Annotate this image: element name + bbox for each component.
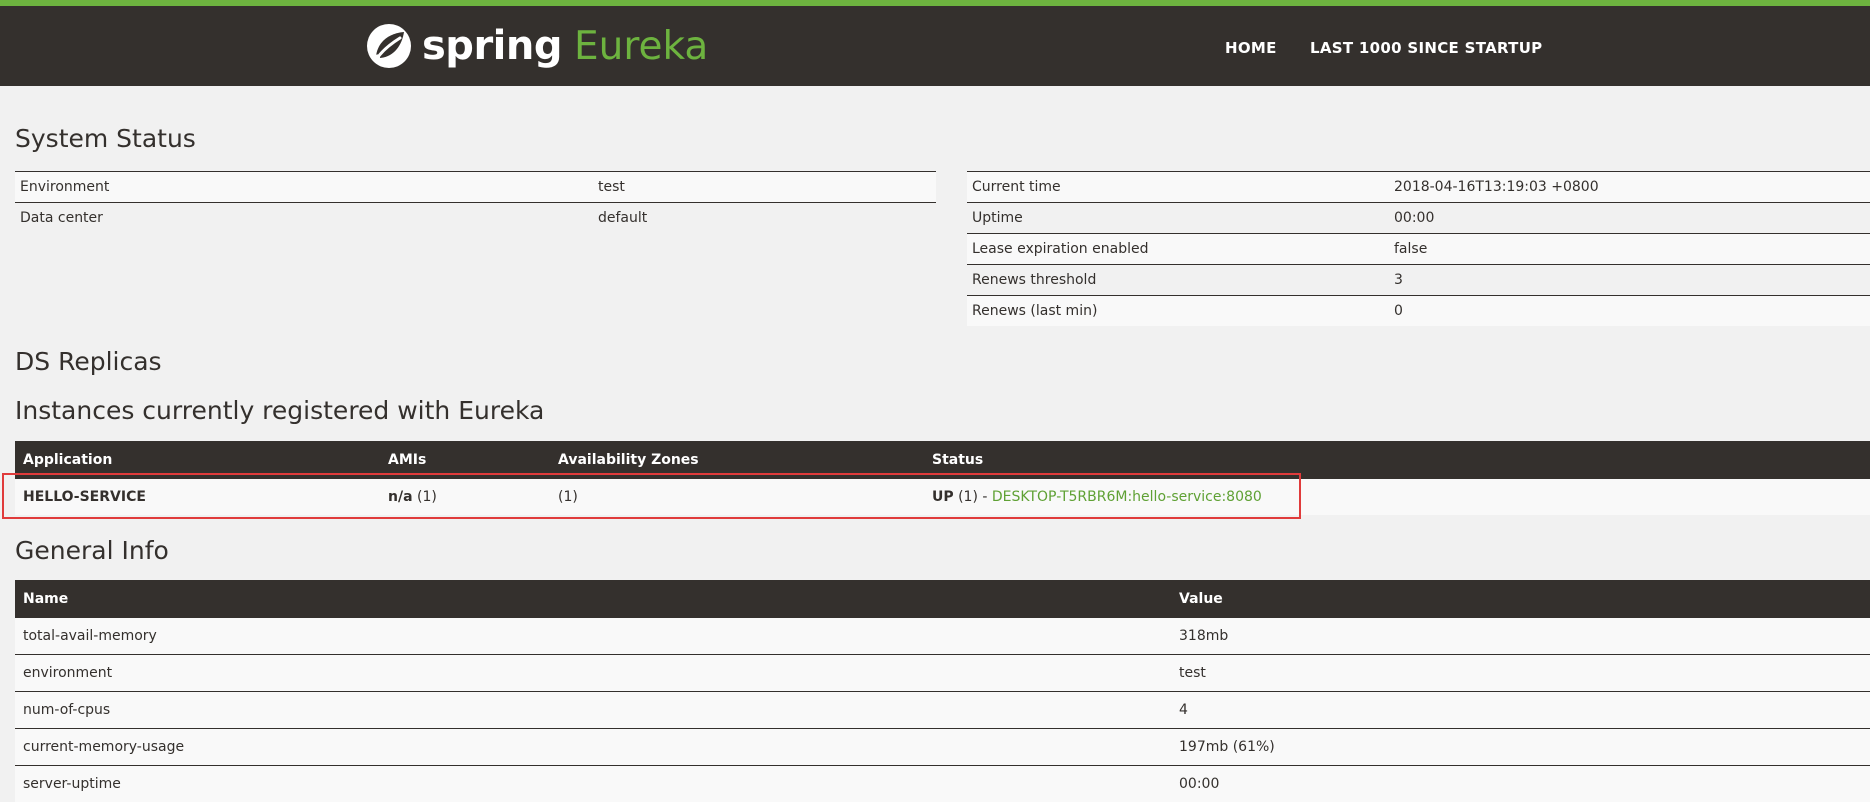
application-name: HELLO-SERVICE [15,479,380,516]
info-name: environment [15,655,1171,692]
status-label: Lease expiration enabled [967,234,1389,265]
table-row: current-memory-usage 197mb (61%) [15,729,1870,766]
spring-eureka-logo[interactable]: spring Eureka [366,20,708,72]
status-label: Environment [15,172,593,203]
table-row: HELLO-SERVICE n/a (1) (1) UP (1) - DESKT… [15,479,1870,516]
system-status-heading: System Status [15,124,196,153]
logo-spring-text: spring [422,23,562,69]
info-value: 00:00 [1171,766,1870,802]
system-status-left-table: Environment test Data center default [15,171,936,233]
status-value: 2018-04-16T13:19:03 +0800 [1389,172,1870,203]
table-row: Uptime 00:00 [967,203,1870,234]
table-row: Environment test [15,172,936,203]
status-value: 00:00 [1389,203,1870,234]
status-label: Uptime [967,203,1389,234]
logo-eureka-text: Eureka [574,24,708,69]
table-row: server-uptime 00:00 [15,766,1870,802]
column-header-zones: Availability Zones [550,441,924,479]
info-name: num-of-cpus [15,692,1171,729]
system-status-right-table: Current time 2018-04-16T13:19:03 +0800 U… [967,171,1870,326]
column-header-status: Status [924,441,1870,479]
ds-replicas-heading: DS Replicas [15,347,162,376]
status-value: test [593,172,936,203]
table-row: environment test [15,655,1870,692]
ami-name: n/a [388,489,413,505]
status-label: Data center [15,203,593,234]
table-header-row: Name Value [15,580,1870,618]
nav-home-link[interactable]: HOME [1225,6,1277,86]
table-row: Renews threshold 3 [967,265,1870,296]
nav-last-1000-link[interactable]: LAST 1000 SINCE STARTUP [1310,6,1542,86]
general-info-heading: General Info [15,536,169,565]
general-info-table: Name Value total-avail-memory 318mb envi… [15,580,1870,802]
status-count: (1) - [954,489,992,505]
column-header-value: Value [1171,580,1870,618]
info-name: server-uptime [15,766,1171,802]
status-value: false [1389,234,1870,265]
table-row: num-of-cpus 4 [15,692,1870,729]
status-state: UP [932,489,954,505]
table-row: Data center default [15,203,936,234]
ami-count: (1) [413,489,437,505]
amis-cell: n/a (1) [380,479,550,516]
status-value: 3 [1389,265,1870,296]
top-navbar: spring Eureka HOME LAST 1000 SINCE START… [0,0,1870,86]
info-name: total-avail-memory [15,618,1171,655]
table-header-row: Application AMIs Availability Zones Stat… [15,441,1870,479]
table-row: Lease expiration enabled false [967,234,1870,265]
info-value: 4 [1171,692,1870,729]
status-value: 0 [1389,296,1870,327]
instances-heading: Instances currently registered with Eure… [15,396,544,425]
info-name: current-memory-usage [15,729,1171,766]
table-row: Current time 2018-04-16T13:19:03 +0800 [967,172,1870,203]
status-label: Renews (last min) [967,296,1389,327]
status-value: default [593,203,936,234]
info-value: 197mb (61%) [1171,729,1870,766]
table-row: Renews (last min) 0 [967,296,1870,327]
column-header-application: Application [15,441,380,479]
instances-table: Application AMIs Availability Zones Stat… [15,441,1870,515]
status-label: Renews threshold [967,265,1389,296]
column-header-name: Name [15,580,1171,618]
status-cell: UP (1) - DESKTOP-T5RBR6M:hello-service:8… [924,479,1870,516]
zones-cell: (1) [550,479,924,516]
info-value: 318mb [1171,618,1870,655]
column-header-amis: AMIs [380,441,550,479]
info-value: test [1171,655,1870,692]
status-label: Current time [967,172,1389,203]
table-row: total-avail-memory 318mb [15,618,1870,655]
spring-leaf-icon [366,23,412,69]
instance-link[interactable]: DESKTOP-T5RBR6M:hello-service:8080 [992,489,1262,505]
